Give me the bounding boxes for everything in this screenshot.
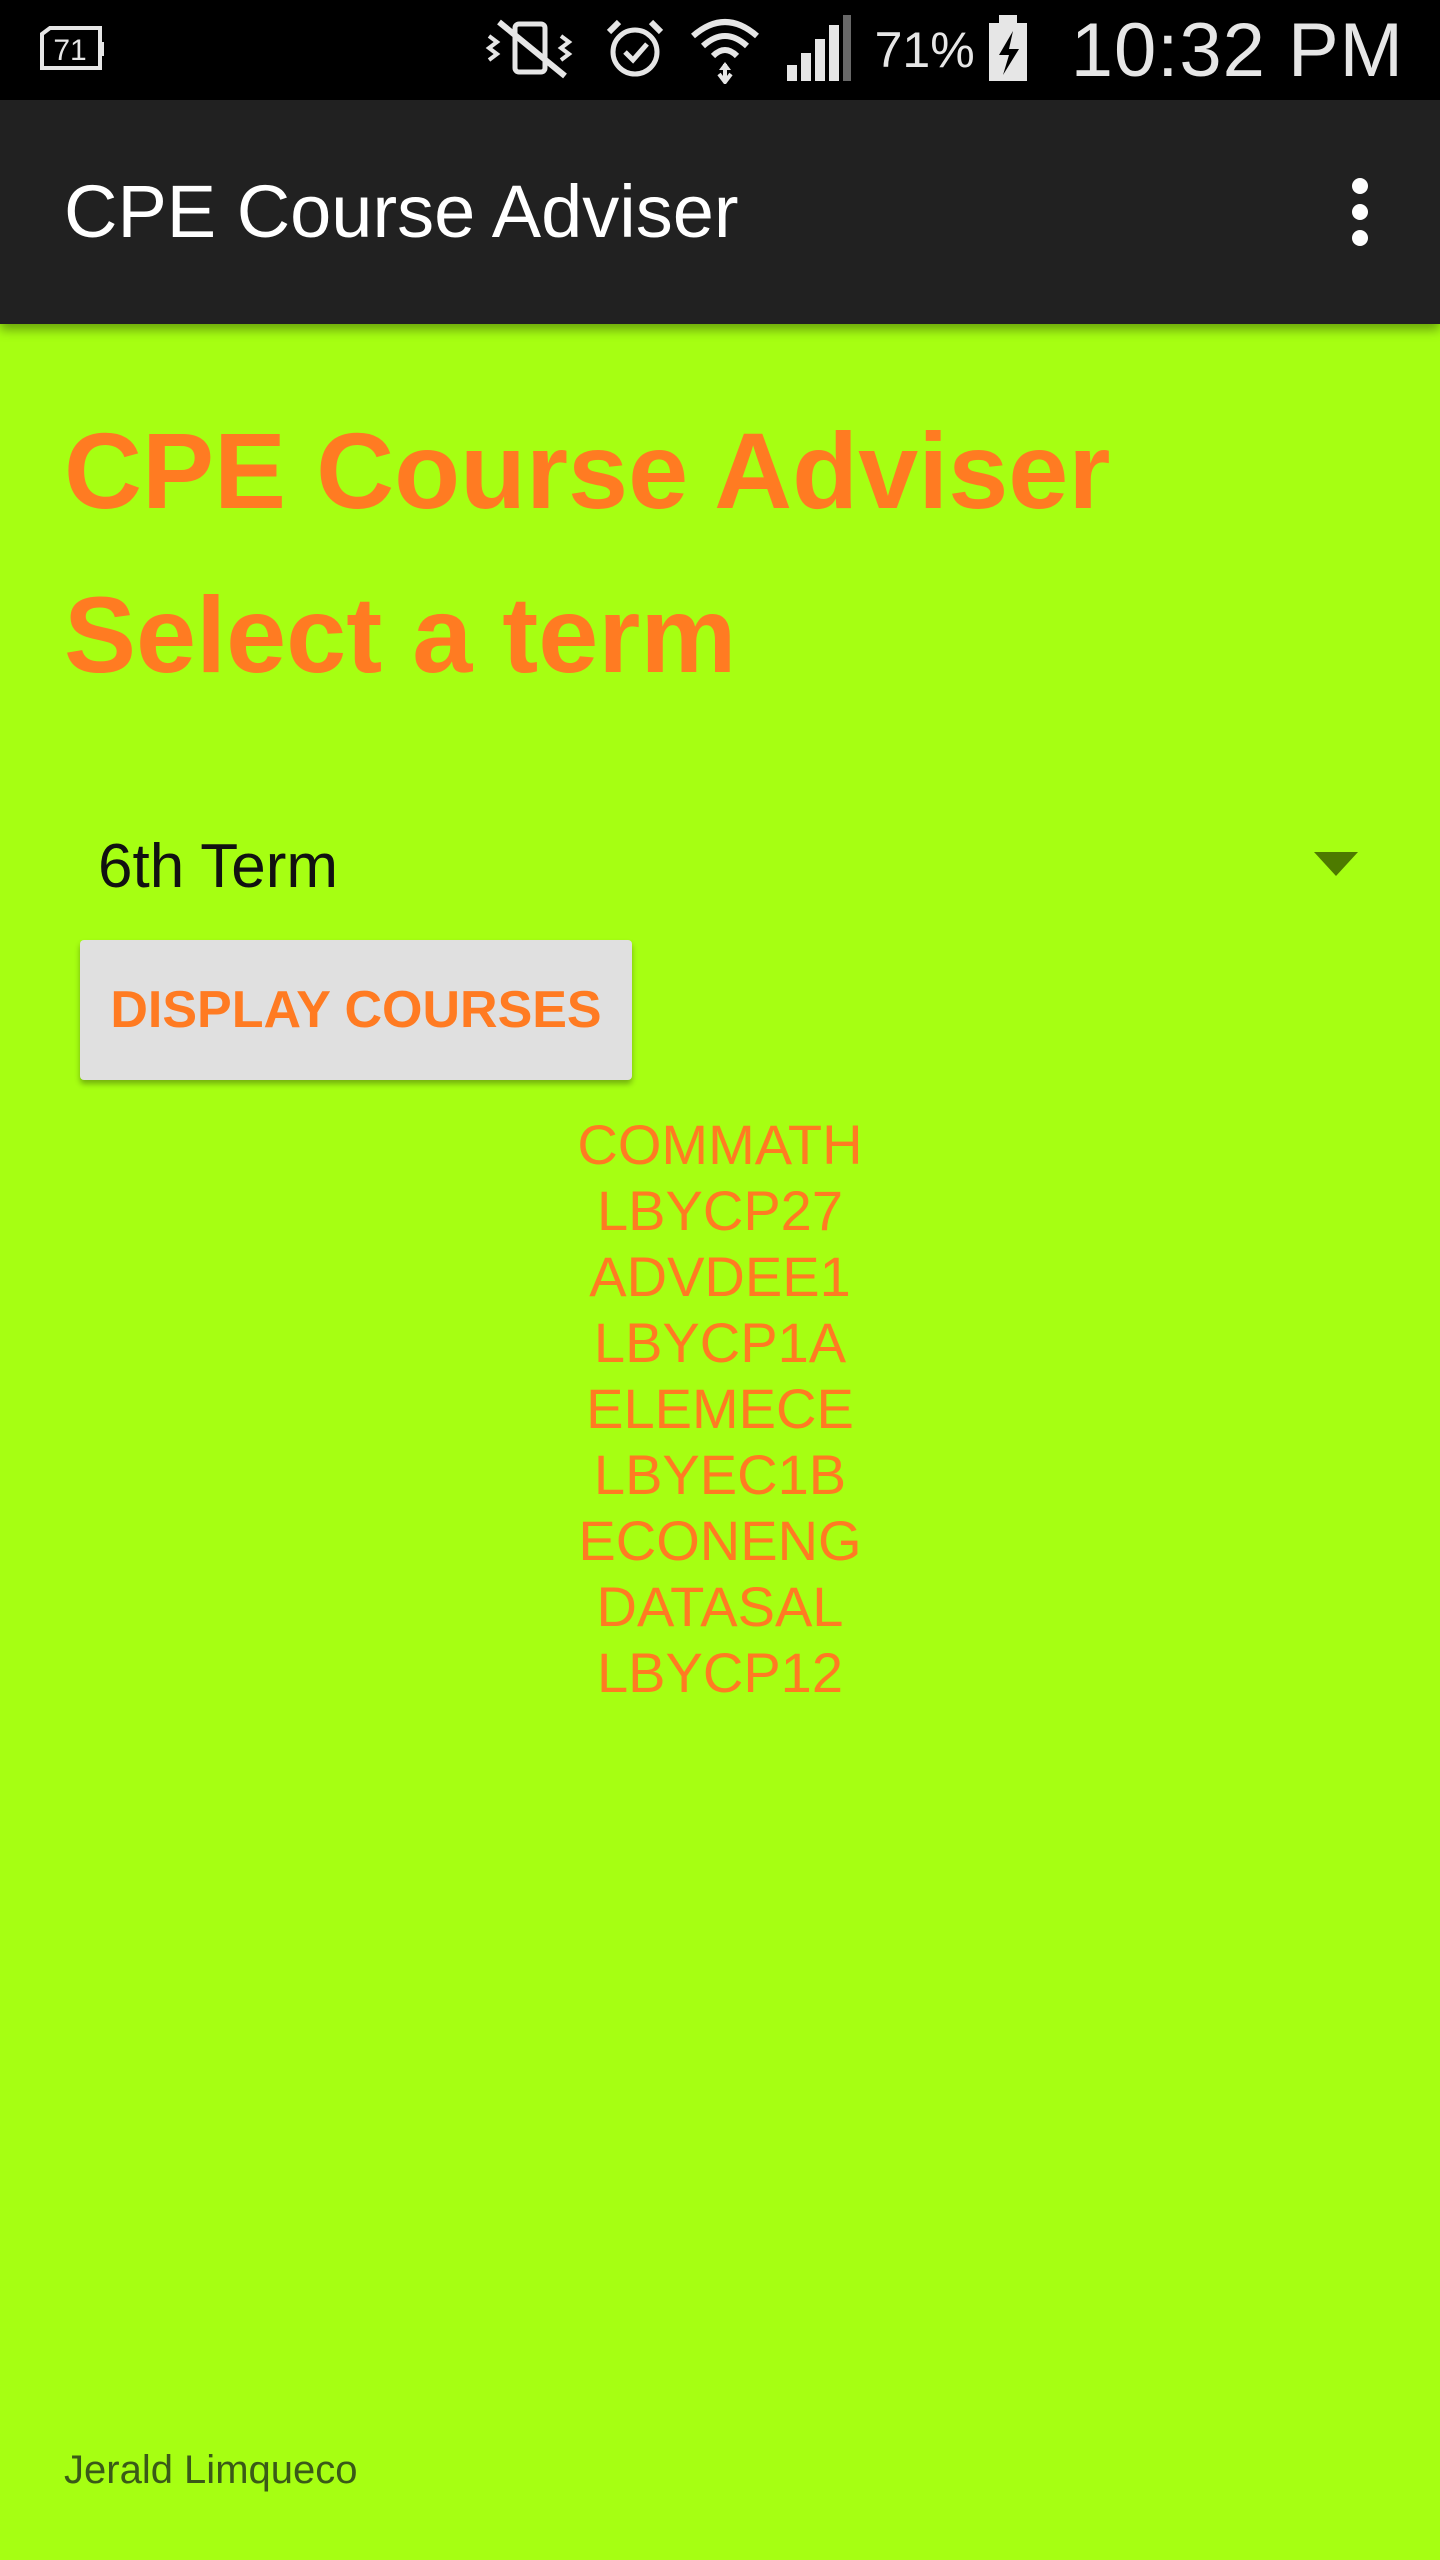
battery-charging-icon (987, 13, 1029, 88)
page-subheading: Select a term (64, 574, 737, 695)
notification-71-icon: 71 (36, 24, 106, 74)
vibrate-mute-icon (485, 16, 581, 85)
course-item: COMMATH (577, 1113, 863, 1176)
course-item: LBYCP1A (593, 1311, 847, 1374)
app-bar-title: CPE Course Adviser (64, 170, 739, 253)
author-footer: Jerald Limqueco (64, 2448, 358, 2492)
course-item: ADVDEE1 (589, 1245, 851, 1308)
dropdown-arrow-icon (1314, 852, 1358, 876)
display-courses-button[interactable]: DISPLAY COURSES (80, 940, 632, 1080)
course-item: ECONENG (578, 1509, 862, 1572)
course-item: LBYEC1B (593, 1443, 847, 1506)
alarm-icon (603, 16, 667, 85)
cell-signal-icon (783, 13, 853, 88)
battery-percent: 71% (874, 22, 975, 78)
course-item: LBYCP12 (597, 1641, 843, 1704)
app-bar: CPE Course Adviser (0, 100, 1440, 324)
course-item: DATASAL (596, 1575, 844, 1638)
course-list: COMMATH LBYCP27 ADVDEE1 LBYCP1A ELEMECE … (0, 1112, 1440, 1706)
status-bar: 71 71% 10:32 PM (0, 0, 1440, 100)
course-item: LBYCP27 (597, 1179, 843, 1242)
svg-text:71: 71 (53, 34, 86, 67)
page-heading: CPE Course Adviser (64, 410, 1111, 531)
course-item: ELEMECE (586, 1377, 854, 1440)
term-spinner-value: 6th Term (98, 832, 339, 901)
wifi-icon (689, 12, 761, 89)
more-vert-icon[interactable] (1320, 172, 1400, 252)
status-icons: 71% 10:32 PM (485, 0, 1404, 100)
term-spinner[interactable]: 6th Term (64, 808, 1376, 926)
status-clock: 10:32 PM (1070, 7, 1404, 93)
